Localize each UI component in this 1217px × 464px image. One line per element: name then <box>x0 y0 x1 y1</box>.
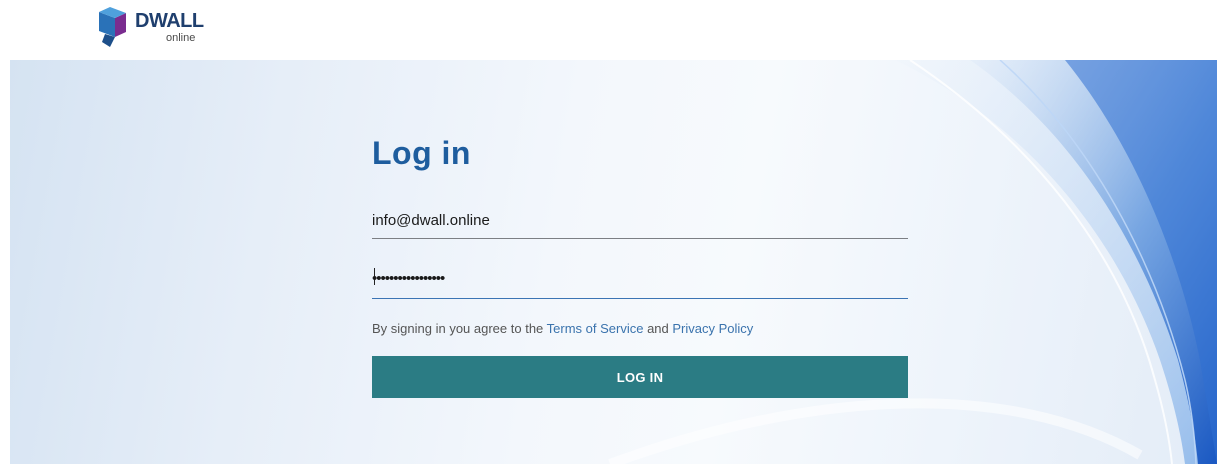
terms-of-service-link[interactable]: Terms of Service <box>547 321 644 336</box>
login-hero: Log in info@dwall.online •••••••••••••••… <box>10 60 1217 464</box>
login-button[interactable]: LOG IN <box>372 356 908 398</box>
password-value: ••••••••••••••••• <box>372 270 445 287</box>
brand-logo[interactable]: DWALL online <box>96 4 226 48</box>
brand-subtitle: online <box>166 32 196 44</box>
brand-name: DWALL <box>135 10 204 32</box>
page-title: Log in <box>372 135 471 171</box>
email-value: info@dwall.online <box>372 212 490 229</box>
password-field[interactable]: ••••••••••••••••• <box>372 268 908 299</box>
agreement-prefix: By signing in you agree to the <box>372 321 547 336</box>
privacy-policy-link[interactable]: Privacy Policy <box>672 321 753 336</box>
email-field[interactable]: info@dwall.online <box>372 208 908 239</box>
dwall-cube-icon <box>99 7 126 47</box>
terms-agreement-text: By signing in you agree to the Terms of … <box>372 321 753 336</box>
top-header: DWALL online <box>0 0 1217 60</box>
decorative-wave-background <box>608 60 1217 464</box>
agreement-and: and <box>643 321 673 336</box>
